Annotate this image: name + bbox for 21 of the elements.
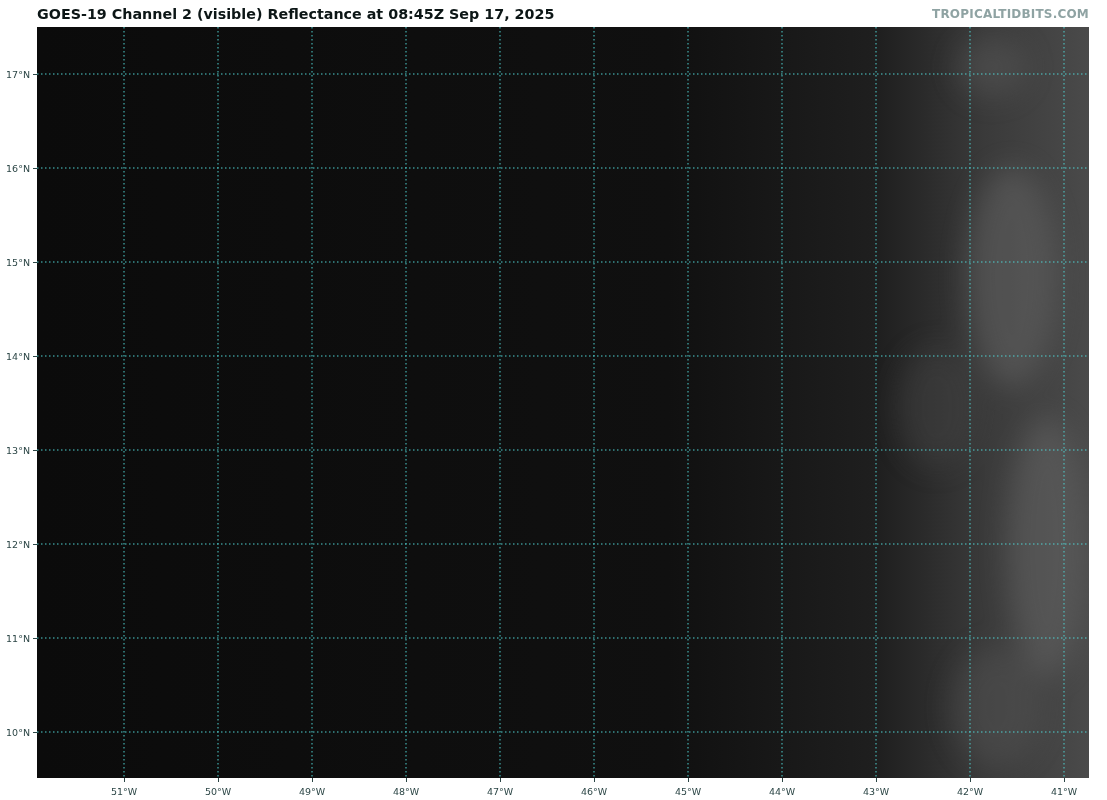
site-label: TROPICALTIDBITS.COM	[932, 6, 1089, 21]
latitude-label: 16°N	[6, 162, 30, 174]
longitude-label: 48°W	[392, 786, 420, 797]
chart-title: GOES-19 Channel 2 (visible) Reflectance at 08:45Z Sep 17, 2025	[37, 5, 555, 22]
longitude-label: 43°W	[862, 786, 890, 797]
longitude-label: 41°W	[1050, 786, 1078, 797]
latitude-label: 15°N	[6, 256, 30, 268]
latitude-label: 10°N	[6, 726, 30, 738]
latitude-label: 17°N	[6, 68, 30, 80]
latitude-label: 14°N	[6, 350, 30, 362]
longitude-label: 50°W	[204, 786, 232, 797]
longitude-label: 49°W	[298, 786, 326, 797]
longitude-label: 51°W	[110, 786, 138, 797]
longitude-label: 42°W	[956, 786, 984, 797]
latitude-label: 13°N	[6, 444, 30, 456]
longitude-label: 44°W	[768, 786, 796, 797]
longitude-label: 46°W	[580, 786, 608, 797]
latitude-label: 12°N	[6, 538, 30, 550]
latitude-label: 11°N	[6, 632, 30, 644]
longitude-label: 45°W	[674, 786, 702, 797]
longitude-label: 47°W	[486, 786, 514, 797]
